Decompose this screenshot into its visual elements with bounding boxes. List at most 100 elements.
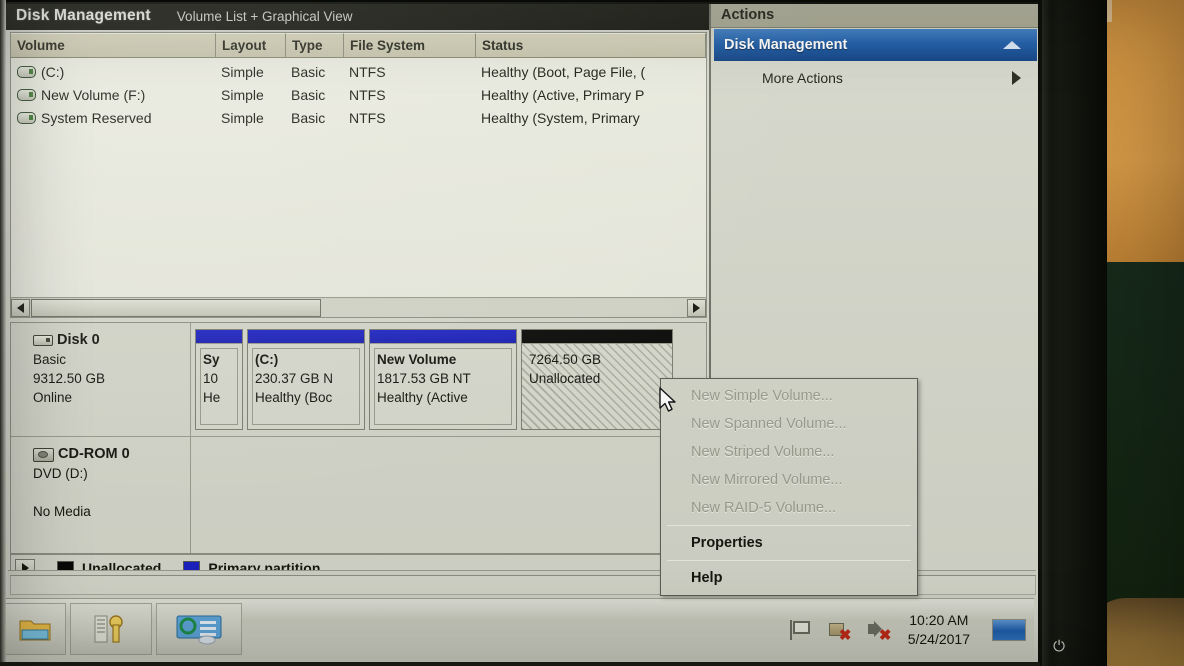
disk0-type: Basic [33, 352, 67, 367]
clock[interactable]: 10:20 AM 5/24/2017 [908, 611, 970, 649]
menu-item-new-striped-volume: New Striped Volume... [691, 444, 835, 460]
table-row[interactable]: (C:) Simple Basic NTFS Healthy (Boot, Pa… [11, 60, 711, 83]
partition-status: Healthy (Active [377, 390, 468, 405]
drive-icon [17, 88, 36, 101]
network-disconnected-icon[interactable]: ✖ [826, 617, 852, 643]
page-title: Disk Management [16, 7, 151, 24]
table-row[interactable]: System Reserved Simple Basic NTFS Health… [11, 106, 711, 129]
background-wall-tan [1106, 0, 1184, 268]
monitor-bezel-sheen [1042, 0, 1051, 666]
partition-bar [248, 330, 364, 344]
partition-text: Sy 10 He [196, 344, 242, 429]
folder-explorer-icon [19, 620, 51, 641]
menu-item-new-simple-volume: New Simple Volume... [691, 388, 833, 404]
actions-header-label: Actions [721, 7, 775, 23]
table-row[interactable]: New Volume (F:) Simple Basic NTFS Health… [11, 83, 711, 106]
menu-separator [667, 525, 911, 526]
cell-file-system: NTFS [349, 63, 386, 80]
show-desktop-button[interactable] [992, 619, 1026, 641]
menu-item-help[interactable]: Help [661, 564, 917, 592]
flag-icon[interactable] [786, 617, 812, 643]
drive-icon [17, 111, 36, 124]
partition-new-volume[interactable]: New Volume 1817.53 GB NT Healthy (Active [369, 329, 517, 430]
menu-item-new-raid5-volume: New RAID-5 Volume... [691, 500, 837, 516]
partition-unallocated[interactable]: 7264.50 GB Unallocated [521, 329, 673, 430]
monitor-bezel-bottom [0, 662, 1040, 666]
partition-text: 7264.50 GB Unallocated [522, 344, 672, 429]
red-x-overlay-icon: ✖ [838, 627, 852, 644]
triangle-left-icon [17, 302, 24, 313]
mouse-cursor [659, 387, 679, 420]
cell-layout: Simple [221, 86, 264, 103]
scroll-left-button[interactable] [11, 298, 30, 317]
cell-layout: Simple [221, 109, 264, 126]
partition-system-reserved[interactable]: Sy 10 He [195, 329, 243, 430]
partition-size: 230.37 GB N [255, 371, 334, 386]
clock-time: 10:20 AM [909, 612, 969, 628]
taskbar-button-control-panel[interactable] [156, 603, 242, 655]
disk-row-cdrom0[interactable]: CD-ROM 0 DVD (D:) No Media [11, 436, 706, 553]
cdrom0-info[interactable]: CD-ROM 0 DVD (D:) No Media [11, 437, 191, 553]
triangle-right-icon [693, 302, 700, 313]
power-button-icon[interactable]: ⏻ [1047, 637, 1071, 657]
disk0-name: Disk 0 [57, 332, 100, 348]
context-menu[interactable]: New Simple Volume... New Spanned Volume.… [660, 378, 918, 596]
graphical-disk-pane: Disk 0 Basic 9312.50 GB Online Sy 10 He [10, 322, 707, 554]
red-x-overlay-icon: ✖ [878, 627, 892, 644]
cell-volume: System Reserved [41, 109, 152, 126]
cell-file-system: NTFS [349, 86, 386, 103]
partition-text: (C:) 230.37 GB N Healthy (Boc [248, 344, 364, 429]
control-panel-icon [176, 615, 222, 645]
menu-item-more-actions[interactable]: More Actions [714, 63, 1037, 93]
chevron-right-icon [1012, 71, 1021, 85]
chevron-up-icon[interactable] [1003, 41, 1021, 49]
menu-item-properties[interactable]: Properties [661, 529, 917, 557]
menu-item-new-mirrored-volume: New Mirrored Volume... [691, 472, 843, 488]
disk0-partitions: Sy 10 He (C:) 230.37 GB N Healthy (Boc N… [191, 323, 706, 436]
disk0-info[interactable]: Disk 0 Basic 9312.50 GB Online [11, 323, 191, 436]
scrollbar-thumb[interactable] [31, 298, 321, 317]
disk0-capacity: 9312.50 GB [33, 371, 106, 386]
column-header-type[interactable]: Type [286, 33, 344, 58]
partition-name: Sy [203, 352, 220, 367]
monitor-screen: Disk Management Volume List + Graphical … [4, 2, 1038, 662]
disk0-state: Online [33, 390, 73, 405]
disk-icon [33, 335, 53, 346]
cell-status: Healthy (System, Primary [481, 109, 640, 126]
column-header-status[interactable]: Status [476, 33, 706, 58]
cdrom0-partitions [191, 437, 706, 553]
partition-text: New Volume 1817.53 GB NT Healthy (Active [370, 344, 516, 429]
background-wall-green [1098, 262, 1184, 602]
partition-size: 7264.50 GB [529, 352, 602, 367]
volume-list-pane: Volume Layout Type File System Status (C… [10, 32, 707, 318]
scroll-right-button[interactable] [687, 298, 706, 317]
drive-icon [17, 65, 36, 78]
partition-bar [522, 330, 672, 344]
cell-layout: Simple [221, 63, 264, 80]
scrollbar-track[interactable] [321, 298, 687, 317]
disk-row-disk0[interactable]: Disk 0 Basic 9312.50 GB Online Sy 10 He [11, 323, 706, 436]
taskbar-button-explorer[interactable] [4, 603, 66, 655]
cell-type: Basic [291, 63, 326, 80]
partition-size: 10 [203, 371, 219, 386]
actions-group-label: Disk Management [724, 37, 848, 53]
disk0-title-row: Disk 0 [33, 331, 190, 350]
speaker-muted-icon[interactable]: ✖ [866, 617, 892, 643]
cursor-arrow-icon [659, 387, 676, 412]
cell-volume: (C:) [41, 63, 65, 80]
menu-separator [667, 560, 911, 561]
cell-volume: New Volume (F:) [41, 86, 146, 103]
taskbar-button-tools[interactable] [70, 603, 152, 655]
volume-list-horizontal-scrollbar[interactable] [11, 297, 706, 317]
cell-type: Basic [291, 86, 326, 103]
tool-key-icon [94, 615, 123, 643]
partition-c[interactable]: (C:) 230.37 GB N Healthy (Boc [247, 329, 365, 430]
taskbar: ✖ ✖ 10:20 AM 5/24/2017 [0, 598, 1034, 660]
column-header-volume[interactable]: Volume [11, 33, 216, 58]
column-header-file-system[interactable]: File System [344, 33, 476, 58]
partition-name: (C:) [255, 352, 279, 367]
actions-group-disk-management[interactable]: Disk Management [714, 29, 1037, 61]
partition-name: New Volume [377, 352, 457, 367]
column-header-layout[interactable]: Layout [216, 33, 286, 58]
more-actions-label: More Actions [762, 70, 843, 86]
